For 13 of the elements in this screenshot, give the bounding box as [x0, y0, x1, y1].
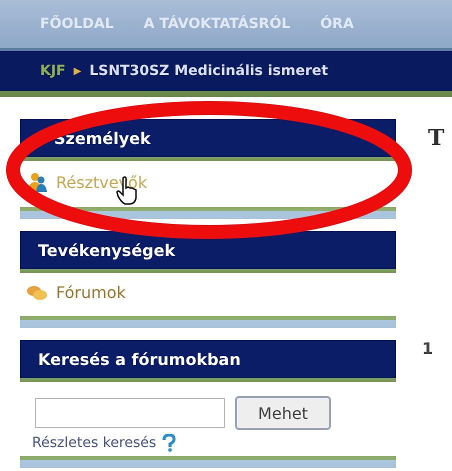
chat-bubbles-icon — [26, 284, 48, 300]
block-title: Keresés a fórumokban — [38, 350, 241, 368]
search-field[interactable] — [35, 398, 225, 428]
breadcrumb-separator: ▶ — [74, 66, 82, 76]
block-link[interactable]: Fórumok — [56, 283, 126, 302]
main-heading: T — [428, 125, 444, 151]
breadcrumb-link[interactable]: KJF — [40, 63, 66, 79]
block-title: Tevékenységek — [38, 240, 176, 260]
help-icon[interactable] — [162, 434, 176, 452]
section-number: 1 — [422, 339, 434, 358]
go-button[interactable]: Mehet — [235, 396, 331, 430]
advanced-search-link[interactable]: Részletes keresés — [32, 435, 156, 451]
breadcrumb-link[interactable]: LSNT30SZ Medicinális ismeret — [89, 63, 328, 79]
